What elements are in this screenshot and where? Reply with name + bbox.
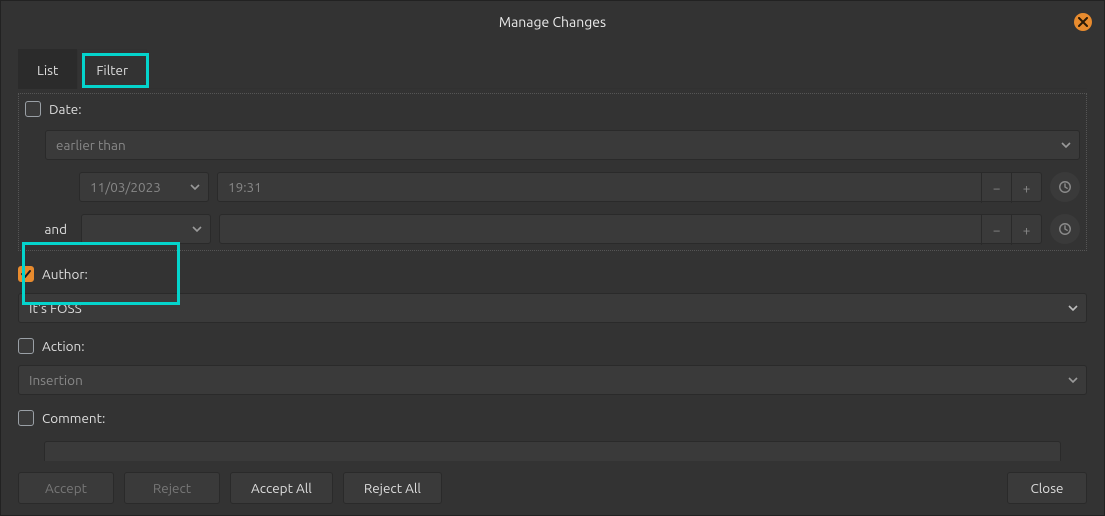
author-check-row: Author: bbox=[18, 259, 1087, 289]
author-value: It's FOSS bbox=[29, 300, 82, 316]
accept-all-label: Accept All bbox=[251, 480, 312, 496]
reject-all-label: Reject All bbox=[364, 480, 421, 496]
accept-label: Accept bbox=[45, 480, 87, 496]
author-section: Author: It's FOSS bbox=[18, 259, 1087, 323]
comment-checkbox[interactable] bbox=[18, 410, 34, 426]
close-button[interactable]: Close bbox=[1007, 472, 1087, 504]
date-label: Date: bbox=[49, 101, 82, 117]
action-section: Action: Insertion bbox=[18, 331, 1087, 395]
action-checkbox[interactable] bbox=[18, 338, 34, 354]
tab-list-label: List bbox=[37, 62, 58, 78]
author-checkbox[interactable] bbox=[18, 266, 34, 282]
action-value: Insertion bbox=[29, 372, 83, 388]
author-select[interactable]: It's FOSS bbox=[18, 293, 1087, 323]
accept-button[interactable]: Accept bbox=[18, 472, 114, 504]
date-check-row: Date: bbox=[19, 94, 1086, 124]
manage-changes-dialog: Manage Changes List Filter Date: earlier… bbox=[0, 0, 1105, 516]
action-select[interactable]: Insertion bbox=[18, 365, 1087, 395]
minus-icon[interactable]: − bbox=[981, 215, 1011, 245]
date-checkbox[interactable] bbox=[25, 101, 41, 117]
chevron-down-icon bbox=[192, 224, 202, 234]
time-value-1: 19:31 bbox=[228, 179, 262, 195]
close-label: Close bbox=[1030, 480, 1063, 496]
minus-icon[interactable]: − bbox=[981, 173, 1011, 203]
titlebar: Manage Changes bbox=[1, 1, 1104, 43]
tab-list[interactable]: List bbox=[18, 49, 77, 89]
action-label: Action: bbox=[42, 338, 85, 354]
clock-now-button-1[interactable] bbox=[1050, 172, 1080, 202]
time-field-1[interactable]: 19:31 − + bbox=[217, 172, 1042, 202]
reject-label: Reject bbox=[153, 480, 191, 496]
comment-label: Comment: bbox=[42, 410, 105, 426]
action-check-row: Action: bbox=[18, 331, 1087, 361]
reject-button[interactable]: Reject bbox=[124, 472, 220, 504]
time-field-2[interactable]: − + bbox=[219, 214, 1042, 244]
footer: Accept Reject Accept All Reject All Clos… bbox=[1, 461, 1104, 515]
date-group: Date: earlier than 11/03/2023 19:31 − + bbox=[18, 93, 1087, 251]
accept-all-button[interactable]: Accept All bbox=[230, 472, 333, 504]
plus-icon[interactable]: + bbox=[1011, 215, 1041, 245]
date-condition-value: earlier than bbox=[56, 137, 126, 153]
dialog-body: List Filter Date: earlier than 11/03/202… bbox=[1, 43, 1104, 471]
and-label: and bbox=[19, 221, 73, 237]
author-label: Author: bbox=[42, 266, 88, 282]
date-picker[interactable]: 11/03/2023 bbox=[79, 172, 209, 202]
chevron-down-icon bbox=[1068, 303, 1078, 313]
plus-icon[interactable]: + bbox=[1011, 173, 1041, 203]
date-condition-select[interactable]: earlier than bbox=[45, 130, 1080, 160]
clock-icon bbox=[1058, 222, 1072, 236]
reject-all-button[interactable]: Reject All bbox=[343, 472, 442, 504]
clock-icon bbox=[1058, 180, 1072, 194]
date-picker-2[interactable] bbox=[81, 214, 211, 244]
dialog-title: Manage Changes bbox=[499, 14, 606, 30]
chevron-down-icon bbox=[1061, 140, 1071, 150]
tab-bar: List Filter bbox=[18, 49, 1087, 89]
chevron-down-icon bbox=[1068, 375, 1078, 385]
clock-now-button-2[interactable] bbox=[1050, 214, 1080, 244]
tab-filter-label: Filter bbox=[96, 62, 128, 78]
date-value: 11/03/2023 bbox=[90, 179, 161, 195]
tab-filter[interactable]: Filter bbox=[77, 49, 147, 89]
close-icon[interactable] bbox=[1074, 13, 1092, 31]
comment-check-row: Comment: bbox=[18, 403, 1087, 433]
chevron-down-icon bbox=[190, 182, 200, 192]
